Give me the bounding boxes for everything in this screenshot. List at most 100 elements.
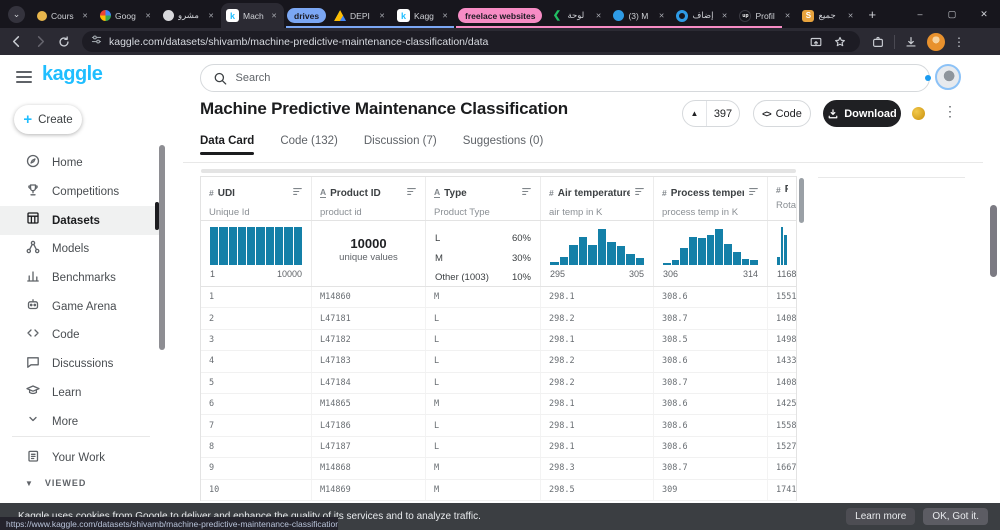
tab-close-icon[interactable]: ✕	[143, 11, 153, 21]
new-tab-button[interactable]: +	[868, 7, 876, 22]
histogram-bar	[550, 262, 559, 265]
sidebar-item-code[interactable]: Code	[0, 321, 160, 350]
search-input[interactable]	[235, 72, 917, 84]
sidebar-item-discussions[interactable]: Discussions	[0, 350, 160, 379]
back-icon[interactable]	[4, 30, 28, 54]
tab-discussion-7-[interactable]: Discussion (7)	[364, 135, 437, 155]
tab-close-icon[interactable]: ✕	[206, 11, 216, 21]
table-cell: M14860	[312, 287, 426, 308]
learn-more-button[interactable]: Learn more	[846, 508, 916, 525]
table-row: 5 L47184 L 298.2 308.7 1408	[201, 372, 796, 394]
browser-tab[interactable]: ❮ لوحة ✕	[545, 3, 608, 28]
browser-tab[interactable]: (3) M ✕	[608, 3, 671, 28]
sidebar-item-more[interactable]: More	[0, 407, 160, 436]
sidebar-item-your-work[interactable]: Your Work	[0, 444, 160, 473]
browser-tab[interactable]: إضاف ✕	[671, 3, 734, 28]
sidebar-item-learn[interactable]: Learn	[0, 379, 160, 408]
tab-close-icon[interactable]: ✕	[377, 11, 387, 21]
histogram	[210, 227, 302, 265]
hamburger-menu-icon[interactable]	[16, 71, 32, 83]
restore-button[interactable]: ▢	[936, 9, 968, 20]
sort-icon[interactable]	[634, 184, 645, 202]
tab-close-icon[interactable]: ✕	[594, 11, 604, 21]
column-header[interactable]: #Air temperature [K] air temp in K	[541, 177, 654, 220]
browser-tab[interactable]: up Profil ✕	[734, 3, 797, 28]
tab-close-icon[interactable]: ✕	[720, 11, 730, 21]
column-header[interactable]: A Type Product Type	[426, 177, 541, 220]
table-row: 1 M14860 M 298.1 308.6 1551	[201, 287, 796, 309]
upvote-caret-icon[interactable]: ▲	[683, 101, 707, 126]
sort-icon[interactable]	[521, 184, 532, 202]
sort-icon[interactable]	[748, 184, 759, 202]
tab-close-icon[interactable]: ✕	[80, 11, 90, 21]
column-header[interactable]: A Product ID product id	[312, 177, 426, 220]
column-header[interactable]: # Rot Rotati	[768, 177, 796, 220]
browser-tab[interactable]: Cours ✕	[32, 3, 95, 28]
column-header[interactable]: #Process temperat... process temp in K	[654, 177, 768, 220]
download-button[interactable]: Download	[823, 100, 901, 127]
tab-close-icon[interactable]: ✕	[657, 11, 667, 21]
browser-tab[interactable]: k Mach ✕	[221, 3, 284, 28]
sidebar-item-competitions[interactable]: Competitions	[0, 178, 160, 207]
search-bar[interactable]	[200, 64, 930, 92]
site-info-icon[interactable]	[90, 33, 103, 51]
column-header[interactable]: # UDI Unique Id	[201, 177, 312, 220]
browser-tab[interactable]: مشرو ✕	[158, 3, 221, 28]
sidebar-section-viewed[interactable]: ▼ VIEWED	[25, 478, 86, 488]
user-avatar[interactable]	[935, 64, 961, 90]
table-horizontal-scrollbar[interactable]	[201, 169, 796, 173]
tab-group-label[interactable]: drives	[287, 8, 327, 23]
bookmark-star-icon[interactable]	[828, 30, 852, 54]
code-button[interactable]: <> Code	[753, 100, 811, 127]
close-button[interactable]: ✕	[968, 9, 1000, 20]
table-row: 10 M14869 M 298.5 309 1741	[201, 479, 796, 501]
browser-profile-avatar[interactable]	[927, 32, 945, 51]
tab-suggestions-0-[interactable]: Suggestions (0)	[463, 135, 544, 155]
address-bar[interactable]: kaggle.com/datasets/shivamb/machine-pred…	[82, 31, 860, 52]
sort-icon[interactable]	[292, 184, 303, 202]
tab-close-icon[interactable]: ✕	[846, 11, 856, 21]
browser-tab[interactable]: k Kagg ✕	[392, 3, 455, 28]
numeric-type-icon: #	[662, 188, 667, 198]
sidebar-item-home[interactable]: Home	[0, 149, 160, 178]
browser-tab[interactable]: S جميع ✕	[797, 3, 860, 28]
downloads-icon[interactable]	[899, 30, 923, 54]
tab-close-icon[interactable]: ✕	[440, 11, 450, 21]
send-to-device-icon[interactable]	[804, 30, 828, 54]
tab-search-chevron-icon[interactable]: ⌄	[8, 6, 25, 23]
table-cell: 1425	[776, 399, 796, 410]
ok-got-it-button[interactable]: OK, Got it.	[923, 508, 988, 525]
tab-close-icon[interactable]: ✕	[269, 11, 279, 21]
tab-code-132-[interactable]: Code (132)	[280, 135, 338, 155]
tab-data-card[interactable]: Data Card	[200, 135, 255, 155]
table-cell: 308.7	[654, 372, 768, 393]
minimize-button[interactable]: –	[904, 9, 936, 19]
kaggle-logo[interactable]: kaggle	[42, 63, 103, 86]
browser-tab[interactable]: Goog ✕	[95, 3, 158, 28]
sidebar-item-game-arena[interactable]: Game Arena	[0, 292, 160, 321]
tab-close-icon[interactable]: ✕	[783, 11, 793, 21]
table-vertical-scrollbar[interactable]	[799, 178, 804, 223]
table-cell: 1741	[776, 484, 796, 495]
create-button[interactable]: + Create	[14, 105, 82, 134]
more-options-icon[interactable]: ⋮	[943, 103, 957, 120]
upvote-button[interactable]: ▲ 397	[682, 100, 740, 127]
string-type-icon: A	[434, 187, 441, 198]
sort-icon[interactable]	[406, 184, 417, 202]
histogram-min-label: 295	[550, 269, 566, 279]
histogram-bar	[578, 236, 587, 265]
sidebar-item-benchmarks[interactable]: Benchmarks	[0, 264, 160, 293]
sidebar-item-your-work-row[interactable]: Your Work	[0, 444, 160, 473]
forward-icon[interactable]	[28, 30, 52, 54]
extensions-puzzle-icon[interactable]	[866, 30, 890, 54]
sidebar-item-models[interactable]: Models	[0, 235, 160, 264]
browser-menu-icon[interactable]: ⋮	[949, 35, 969, 49]
datasets-icon	[25, 210, 41, 231]
histogram-max-label: 10000	[276, 269, 302, 279]
histogram-labels: 1 10000	[210, 269, 302, 279]
tab-group-label[interactable]: freelace websites	[458, 8, 543, 23]
browser-tab[interactable]: DEPI ✕	[329, 3, 392, 28]
page-scrollbar[interactable]	[990, 205, 997, 277]
reload-icon[interactable]	[52, 30, 76, 54]
sidebar-item-datasets[interactable]: Datasets	[0, 206, 160, 236]
